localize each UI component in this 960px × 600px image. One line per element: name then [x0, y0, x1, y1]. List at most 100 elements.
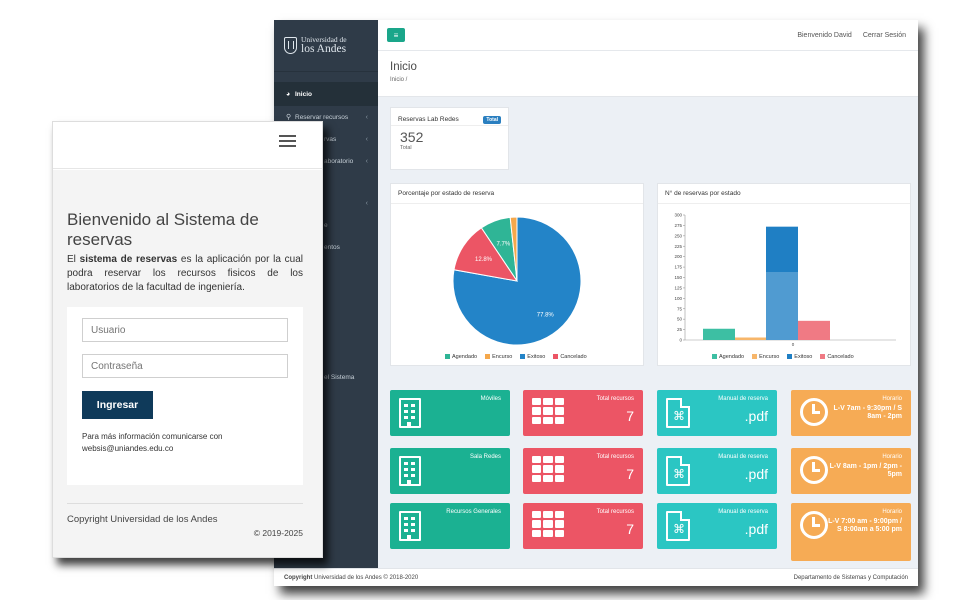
footer: Copyright Universidad de los Andes © 201… — [274, 568, 918, 586]
tile-pdf[interactable]: ⌘ Manual de reserva .pdf — [657, 503, 777, 549]
tile-label: Manual de reserva — [718, 509, 768, 515]
tile-label: Total recursos — [596, 454, 634, 460]
y-tick-label: 225 — [674, 244, 682, 249]
tile-value: 7 — [626, 521, 634, 537]
stat-card-reservas: Reservas Lab Redes Total 352 Total — [390, 107, 509, 170]
tile-pdf[interactable]: ⌘ Manual de reserva .pdf — [657, 390, 777, 436]
tile-label: Total recursos — [596, 396, 634, 402]
footer-copyright-label: Copyright — [284, 574, 313, 581]
y-tick-label: 150 — [674, 275, 682, 280]
pie-data-label: 12.8% — [475, 257, 493, 263]
y-tick-label: 75 — [677, 306, 683, 311]
legend-item[interactable]: Agendado — [712, 354, 744, 360]
university-shield-icon — [284, 37, 297, 54]
mobile-header — [53, 122, 322, 169]
mobile-body: Bienvenido al Sistema de reservas El sis… — [53, 170, 322, 557]
welcome-text: Bienvenido David — [797, 31, 852, 39]
page-header: Inicio Inicio / — [378, 51, 918, 97]
tile-building[interactable]: Móviles — [390, 390, 510, 436]
legend-item[interactable]: Agendado — [445, 354, 477, 360]
pie-chart: 7.7% 77.8% 12.8% — [452, 216, 582, 346]
logout-link[interactable]: Cerrar Sesión — [863, 32, 906, 39]
tile-grid[interactable]: Total recursos 7 — [523, 390, 643, 436]
chevron-left-icon: ‹ — [365, 113, 368, 121]
tile-label: Horario — [882, 396, 902, 402]
y-tick-label: 200 — [674, 254, 682, 259]
legend-item[interactable]: Cancelado — [553, 354, 587, 360]
building-icon — [399, 456, 421, 486]
stat-card-value: 352 — [400, 129, 424, 145]
top-navbar: ≡ Bienvenido David Cerrar Sesión — [378, 20, 918, 51]
status-badge: Total — [483, 115, 501, 124]
password-input[interactable] — [82, 354, 288, 379]
mobile-copyright: Copyright Universidad de los Andes — [67, 514, 218, 526]
bar-panel-title: N° de reservas por estado — [658, 184, 910, 204]
x-tick-label: 0 — [792, 342, 795, 347]
pdf-file-icon: ⌘ — [666, 456, 690, 486]
bar-chart: 0 25 50 75 100 125 150 175 200 225 250 275 300 0 — [674, 213, 896, 347]
sidebar-item-inicio[interactable]: ◕ Inicio — [274, 82, 378, 106]
username-input[interactable] — [82, 318, 288, 343]
clock-icon — [800, 511, 828, 539]
map-marker-icon: ⚲ — [286, 114, 292, 121]
hamburger-menu-icon[interactable] — [279, 135, 296, 150]
tile-value: 7 — [626, 408, 634, 424]
tile-clock[interactable]: Horario L-V 7am - 9:30pm / S 8am - 2pm — [791, 390, 911, 436]
tile-value: .pdf — [744, 466, 768, 482]
building-icon — [399, 511, 421, 541]
y-tick-label: 300 — [674, 213, 682, 218]
login-button[interactable]: Ingresar — [82, 391, 153, 420]
tile-building[interactable]: Sala Redes — [390, 448, 510, 494]
building-icon — [399, 398, 421, 428]
mobile-copyright-years: © 2019-2025 — [253, 528, 303, 539]
sidebar-item-label: e — [324, 221, 328, 229]
bar-agendado[interactable] — [703, 328, 735, 340]
y-tick-label: 50 — [677, 317, 683, 322]
contact-email[interactable]: websis@uniandes.edu.co — [82, 443, 288, 455]
tile-building[interactable]: Recursos Generales — [390, 503, 510, 549]
sidebar-item-label: el Sistema — [324, 373, 355, 381]
sidebar-item-label: Reservar recursos — [295, 113, 349, 121]
legend-item[interactable]: Cancelado — [820, 354, 854, 360]
sidebar-item-label: rvas — [324, 135, 337, 143]
bar-encurso[interactable] — [735, 337, 767, 341]
tile-label: Horario — [882, 509, 902, 515]
login-title: Bienvenido al Sistema de reservas — [67, 210, 259, 249]
legend-item[interactable]: Exitoso — [787, 354, 812, 360]
clock-icon — [800, 456, 828, 484]
tile-clock[interactable]: Horario L-V 7:00 am - 9:00pm / S 8:00am a… — [791, 503, 911, 561]
tile-value: L-V 7:00 am - 9:00pm / S 8:00am a 5:00 p… — [828, 518, 902, 534]
chevron-left-icon: ‹ — [365, 199, 368, 207]
y-tick-label: 0 — [679, 338, 682, 343]
contact-info: Para más información comunicarse con web… — [82, 431, 288, 456]
pie-legend: Agendado Encurso Exitoso Cancelado — [445, 354, 587, 360]
footer-left: Universidad de los Andes © 2018-2020 — [312, 574, 419, 581]
tile-label: Horario — [882, 454, 902, 460]
tile-grid[interactable]: Total recursos 7 — [523, 448, 643, 494]
footer-right: Departamento de Sistemas y Computación — [793, 574, 908, 581]
pdf-file-icon: ⌘ — [666, 398, 690, 428]
clock-icon — [800, 398, 828, 426]
tile-clock[interactable]: Horario L-V 8am - 1pm / 2pm - 5pm — [791, 448, 911, 494]
bar-legend: Agendado Encurso Exitoso Cancelado — [712, 354, 854, 360]
pie-data-label: 7.7% — [496, 241, 510, 247]
bar-cancelado[interactable] — [798, 320, 830, 340]
tile-grid[interactable]: Total recursos 7 — [523, 503, 643, 549]
tile-value: .pdf — [744, 521, 768, 537]
brand-logo[interactable]: Universidad de los Andes — [274, 20, 378, 72]
legend-item[interactable]: Exitoso — [520, 354, 545, 360]
sidebar-item-label: Inicio — [295, 90, 312, 98]
tile-value: .pdf — [744, 408, 768, 424]
tile-pdf[interactable]: ⌘ Manual de reserva .pdf — [657, 448, 777, 494]
breadcrumb[interactable]: Inicio / — [390, 77, 918, 83]
legend-item[interactable]: Encurso — [752, 354, 779, 360]
legend-item[interactable]: Encurso — [485, 354, 512, 360]
stat-card-title: Reservas Lab Redes — [398, 116, 459, 123]
bar-chart-panel: N° de reservas por estado 0 25 50 75 100 125 1… — [657, 183, 911, 366]
menu-toggle-button[interactable]: ≡ — [387, 28, 405, 42]
y-tick-label: 175 — [674, 265, 682, 270]
desktop-dashboard-window: Universidad de los Andes ◕ Inicio ⚲ Rese… — [274, 20, 918, 586]
grid-icon — [532, 398, 564, 424]
tile-label: Sala Redes — [469, 454, 501, 460]
y-tick-label: 25 — [677, 327, 683, 332]
